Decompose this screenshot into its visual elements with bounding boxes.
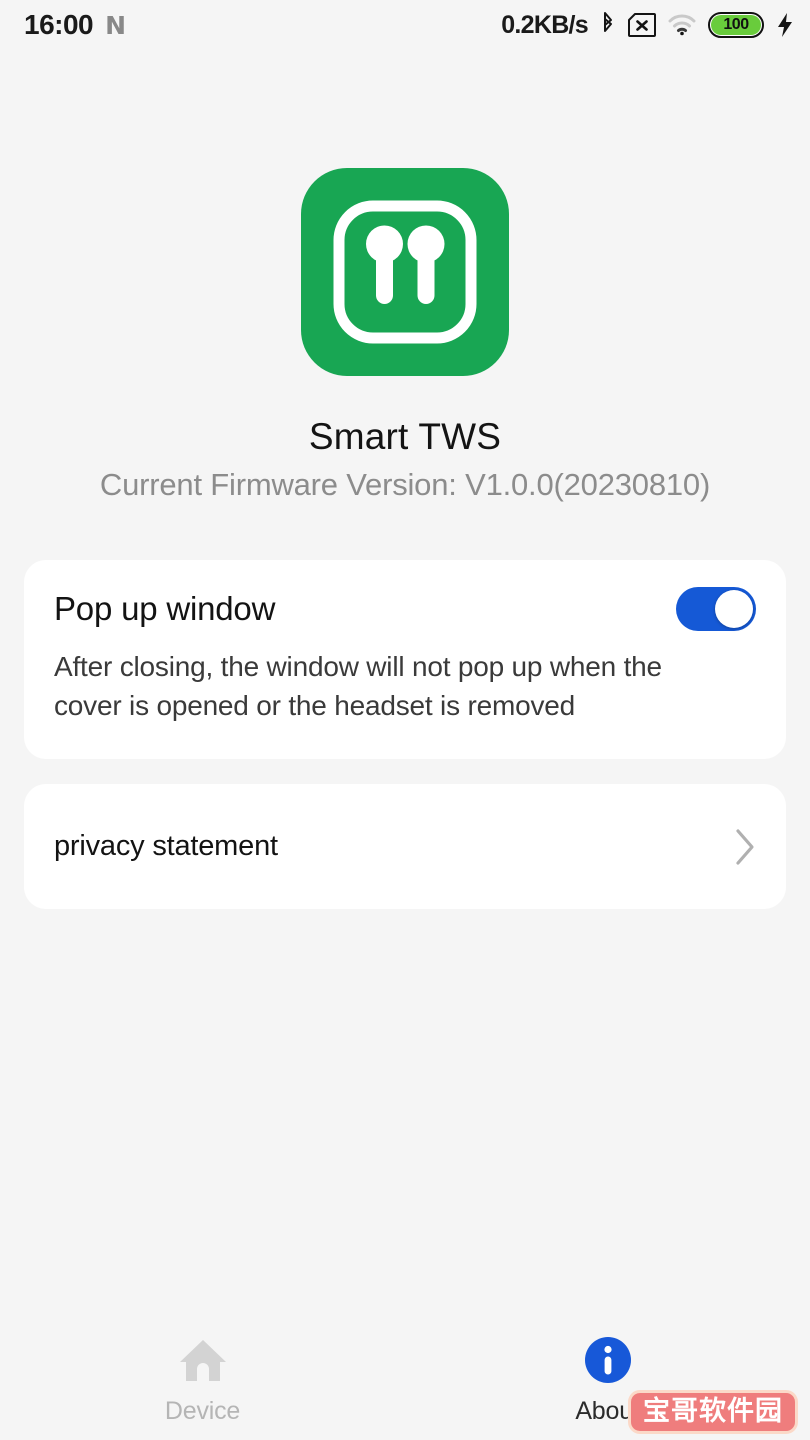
toggle-knob	[715, 590, 753, 628]
nav-label-device: Device	[164, 1397, 241, 1425]
popup-window-description: After closing, the window will not pop u…	[54, 651, 662, 721]
phone-screen: 16:00 N 0.2KB/s 100 Smart TWS Current Fi…	[0, 0, 810, 1440]
popup-window-row: Pop up window	[54, 587, 756, 631]
popup-window-card: Pop up window After closing, the window …	[24, 560, 786, 759]
privacy-statement-row[interactable]: privacy statement	[24, 784, 786, 909]
settings-list: Pop up window After closing, the window …	[0, 503, 810, 1320]
status-bar-clock: 16:00	[24, 9, 94, 40]
chevron-right-icon	[734, 828, 756, 866]
sim-card-no-sim-icon	[628, 13, 656, 37]
home-icon	[175, 1332, 231, 1388]
charging-bolt-icon	[776, 12, 794, 38]
app-name: Smart TWS	[308, 416, 502, 457]
info-circle-icon	[580, 1332, 636, 1388]
status-bar: 16:00 N 0.2KB/s 100	[0, 0, 810, 50]
bottom-navigation: Device About 宝哥软件园	[0, 1320, 810, 1440]
popup-window-toggle[interactable]	[676, 587, 756, 631]
watermark-badge: 宝哥软件园	[628, 1389, 798, 1434]
earbuds-icon	[301, 168, 509, 376]
status-bar-right: 0.2KB/s 100	[501, 11, 794, 40]
popup-window-title: Pop up window	[54, 590, 276, 627]
bluetooth-icon	[600, 12, 616, 38]
privacy-statement-label: privacy statement	[54, 830, 278, 862]
firmware-version-label: Current Firmware Version: V1.0.0(2023081…	[99, 467, 711, 502]
battery-icon: 100	[708, 12, 764, 38]
nav-item-device[interactable]: Device	[0, 1332, 405, 1426]
nfc-icon: N	[105, 10, 127, 40]
status-bar-left: 16:00 N	[24, 9, 126, 41]
app-header: Smart TWS Current Firmware Version: V1.0…	[0, 50, 810, 503]
wifi-icon	[668, 14, 696, 36]
network-speed-label: 0.2KB/s	[501, 10, 589, 39]
battery-level-label: 100	[723, 16, 749, 33]
